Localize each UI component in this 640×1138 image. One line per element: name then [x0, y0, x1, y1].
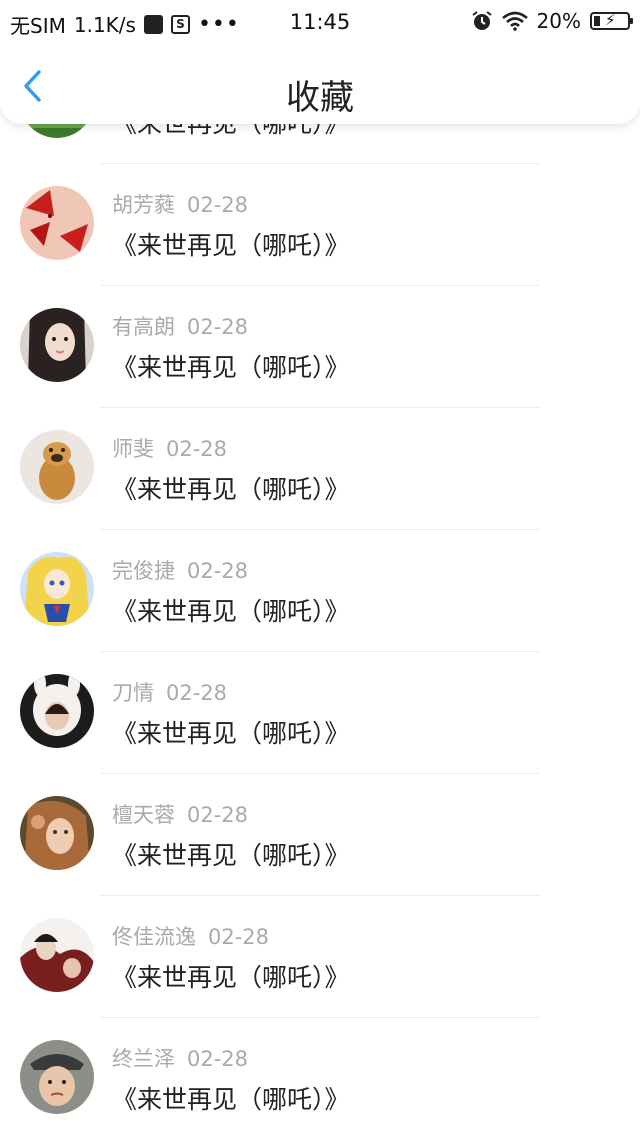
page-title: 收藏	[286, 78, 354, 118]
avatar	[20, 552, 94, 626]
divider	[100, 407, 540, 408]
list-item[interactable]: 有高朗 02-28 《来世再见（哪吒）》	[0, 308, 640, 430]
battery-percent: 20%	[536, 9, 581, 33]
author-name: 终兰泽	[112, 1047, 175, 1071]
divider	[100, 1017, 540, 1018]
avatar	[20, 918, 94, 992]
battery-icon: ⚡	[590, 11, 633, 30]
divider	[100, 651, 540, 652]
post-date: 02-28	[187, 559, 249, 583]
post-date: 02-28	[187, 1047, 249, 1071]
post-date: 02-28	[187, 315, 249, 339]
post-date: 02-28	[187, 803, 249, 827]
author-name: 檀天蓉	[112, 803, 175, 827]
item-title[interactable]: 《来世再见（哪吒）》	[112, 714, 350, 750]
author-name: 完俊捷	[112, 559, 175, 583]
wifi-icon	[501, 11, 528, 31]
list-item[interactable]: 檀天蓉 02-28 《来世再见（哪吒）》	[0, 796, 640, 918]
favorites-screen: 《来世再见（哪吒）》 胡芳蕤 02-28 《来世再见（哪吒）》	[0, 0, 640, 1138]
avatar	[20, 796, 94, 870]
post-date: 02-28	[187, 193, 249, 217]
author-name: 有高朗	[112, 315, 175, 339]
avatar	[20, 1040, 94, 1114]
divider	[100, 529, 540, 530]
item-title[interactable]: 《来世再见（哪吒）》	[112, 836, 350, 872]
item-title[interactable]: 《来世再见（哪吒）》	[112, 470, 350, 506]
divider	[100, 285, 540, 286]
divider	[100, 895, 540, 896]
item-title[interactable]: 《来世再见（哪吒）》	[112, 958, 350, 994]
item-title[interactable]: 《来世再见（哪吒）》	[112, 592, 350, 628]
list-item[interactable]: 胡芳蕤 02-28 《来世再见（哪吒）》	[0, 186, 640, 308]
divider	[100, 773, 540, 774]
list-item[interactable]: 终兰泽 02-28 《来世再见（哪吒）》	[0, 1040, 640, 1138]
post-date: 02-28	[208, 925, 270, 949]
item-title[interactable]: 《来世再见（哪吒）》	[112, 348, 350, 384]
divider	[100, 163, 540, 164]
item-title[interactable]: 《来世再见（哪吒）》	[112, 1080, 350, 1116]
avatar	[20, 430, 94, 504]
author-name: 胡芳蕤	[112, 193, 175, 217]
item-title[interactable]: 《来世再见（哪吒）》	[112, 226, 350, 262]
post-date: 02-28	[166, 437, 228, 461]
avatar	[20, 674, 94, 748]
list-item[interactable]: 刀情 02-28 《来世再见（哪吒）》	[0, 674, 640, 796]
alarm-icon	[471, 11, 492, 30]
avatar	[20, 308, 94, 382]
status-bar: 无SIM 1.1K/s S ••• 11:45 20% ⚡	[0, 0, 640, 44]
nav-bar: 收藏	[0, 44, 640, 124]
author-name: 刀情	[112, 681, 154, 705]
author-name: 师斐	[112, 437, 154, 461]
list-item[interactable]: 完俊捷 02-28 《来世再见（哪吒）》	[0, 552, 640, 674]
author-name: 佟佳流逸	[112, 925, 196, 949]
list-item[interactable]: 佟佳流逸 02-28 《来世再见（哪吒）》	[0, 918, 640, 1040]
avatar	[20, 186, 94, 260]
post-date: 02-28	[166, 681, 228, 705]
list-item[interactable]: 师斐 02-28 《来世再见（哪吒）》	[0, 430, 640, 552]
